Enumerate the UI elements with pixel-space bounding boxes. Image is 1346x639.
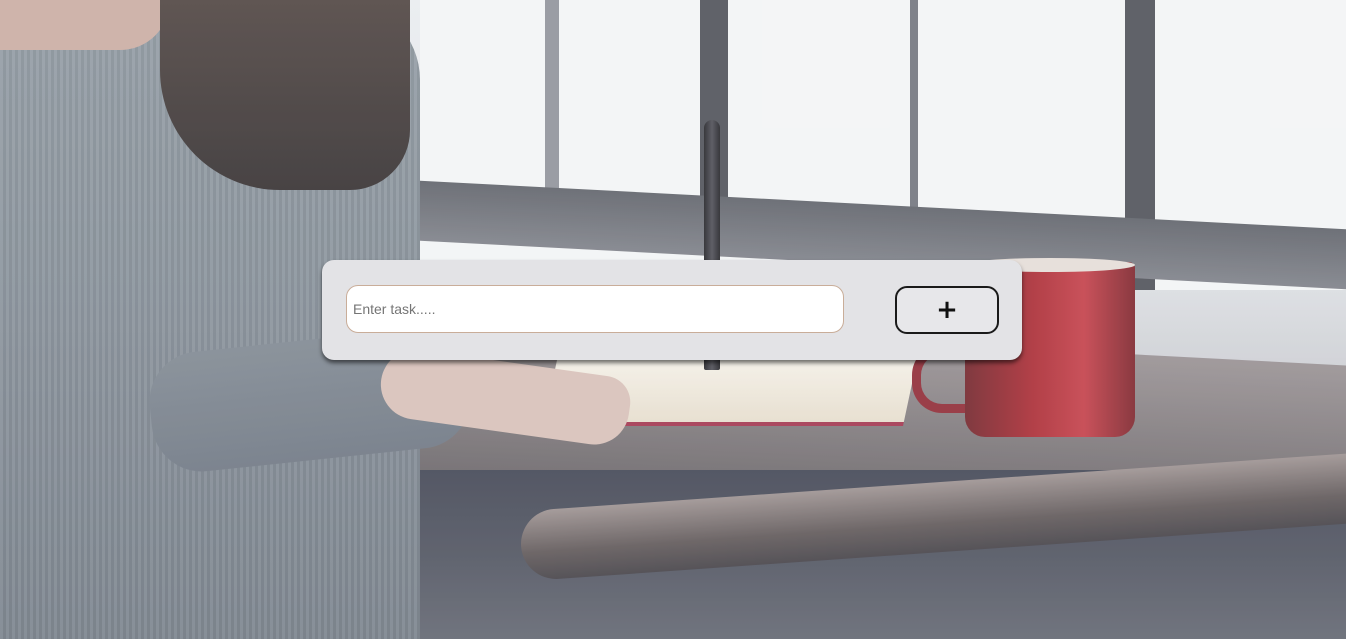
add-task-button[interactable]: + bbox=[895, 286, 999, 334]
app-root: + bbox=[0, 0, 1346, 639]
task-input[interactable] bbox=[346, 285, 844, 333]
task-entry-card: + bbox=[322, 260, 1022, 360]
